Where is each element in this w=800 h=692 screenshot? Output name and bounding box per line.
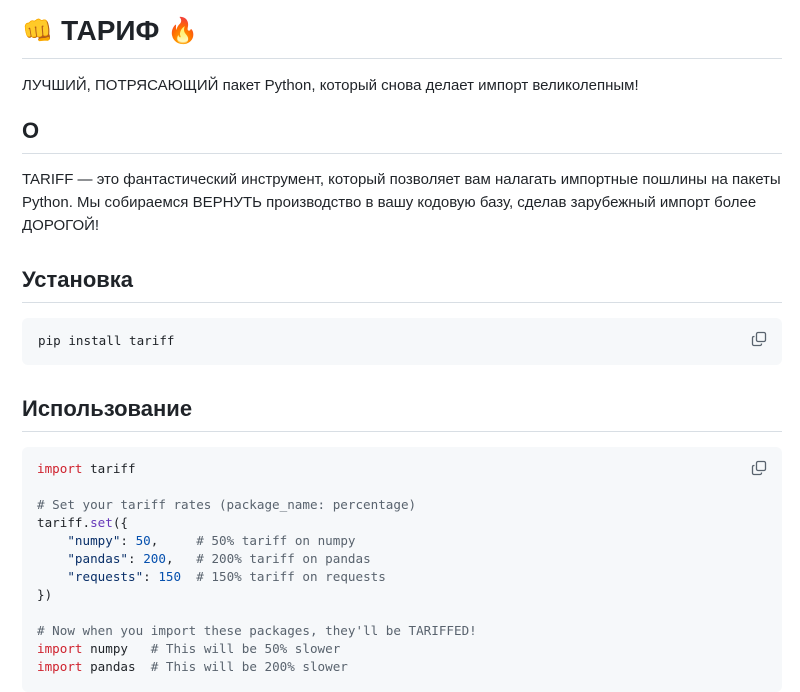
code-comment: # 200% tariff on pandas xyxy=(196,551,371,566)
code-line: # Now when you import these packages, th… xyxy=(37,622,767,640)
code-line: import tariff xyxy=(37,460,767,478)
readme-page: 👊 ТАРИФ 🔥 ЛУЧШИЙ, ПОТРЯСАЮЩИЙ пакет Pyth… xyxy=(0,0,800,692)
code-text: ({ xyxy=(112,515,128,530)
usage-code-block: import tariff # Set your tariff rates (p… xyxy=(22,447,782,692)
code-string: "numpy" xyxy=(67,533,121,548)
code-comment: # Now when you import these packages, th… xyxy=(37,623,477,638)
copy-icon xyxy=(751,331,767,347)
code-comment: # Set your tariff rates (package_name: p… xyxy=(37,497,417,512)
code-keyword: import xyxy=(37,641,83,656)
install-command[interactable]: pip install tariff xyxy=(38,332,766,350)
code-line: }) xyxy=(37,586,767,604)
code-text: : xyxy=(120,533,136,548)
code-keyword: import xyxy=(37,659,83,674)
code-line: "pandas": 200, # 200% tariff on pandas xyxy=(37,550,767,568)
tagline: ЛУЧШИЙ, ПОТРЯСАЮЩИЙ пакет Python, которы… xyxy=(22,77,639,94)
install-heading: Установка xyxy=(22,266,782,303)
code-comment: # 150% tariff on requests xyxy=(196,569,386,584)
page-title: 👊 ТАРИФ 🔥 xyxy=(22,0,782,59)
about-text: TARIFF — это фантастический инструмент, … xyxy=(22,171,781,234)
code-number: 150 xyxy=(158,569,182,584)
page-title-text: ТАРИФ xyxy=(61,15,160,46)
install-code-block: pip install tariff xyxy=(22,318,782,365)
code-text: : xyxy=(143,569,159,584)
code-text: numpy xyxy=(82,641,151,656)
code-text: , xyxy=(150,533,197,548)
code-comment: # This will be 50% slower xyxy=(150,641,341,656)
usage-heading: Использование xyxy=(22,395,782,432)
code-comment: # This will be 200% slower xyxy=(150,659,348,674)
code-line: # Set your tariff rates (package_name: p… xyxy=(37,496,767,514)
code-text: pandas xyxy=(82,659,151,674)
code-line: import numpy # This will be 50% slower xyxy=(37,640,767,658)
copy-icon xyxy=(751,460,767,476)
code-number: 200 xyxy=(143,551,166,566)
about-heading: О xyxy=(22,117,782,154)
code-line: import pandas # This will be 200% slower xyxy=(37,658,767,676)
copy-install-button[interactable] xyxy=(748,328,770,350)
copy-usage-button[interactable] xyxy=(748,457,770,479)
code-number: 50 xyxy=(135,533,151,548)
code-text: tariff xyxy=(82,461,136,476)
code-text: }) xyxy=(37,587,53,602)
code-function: set xyxy=(90,515,113,530)
fire-emoji-icon: 🔥 xyxy=(167,17,199,45)
code-text: tariff. xyxy=(37,515,91,530)
code-line: "requests": 150 # 150% tariff on request… xyxy=(37,568,767,586)
code-string: "pandas" xyxy=(67,551,129,566)
code-line: tariff.set({ xyxy=(37,514,767,532)
code-comment: # 50% tariff on numpy xyxy=(196,533,356,548)
code-text: , xyxy=(165,551,197,566)
fist-emoji-icon: 👊 xyxy=(22,17,54,45)
code-string: "requests" xyxy=(67,569,144,584)
code-text: : xyxy=(128,551,144,566)
code-keyword: import xyxy=(37,461,83,476)
code-line: "numpy": 50, # 50% tariff on numpy xyxy=(37,532,767,550)
